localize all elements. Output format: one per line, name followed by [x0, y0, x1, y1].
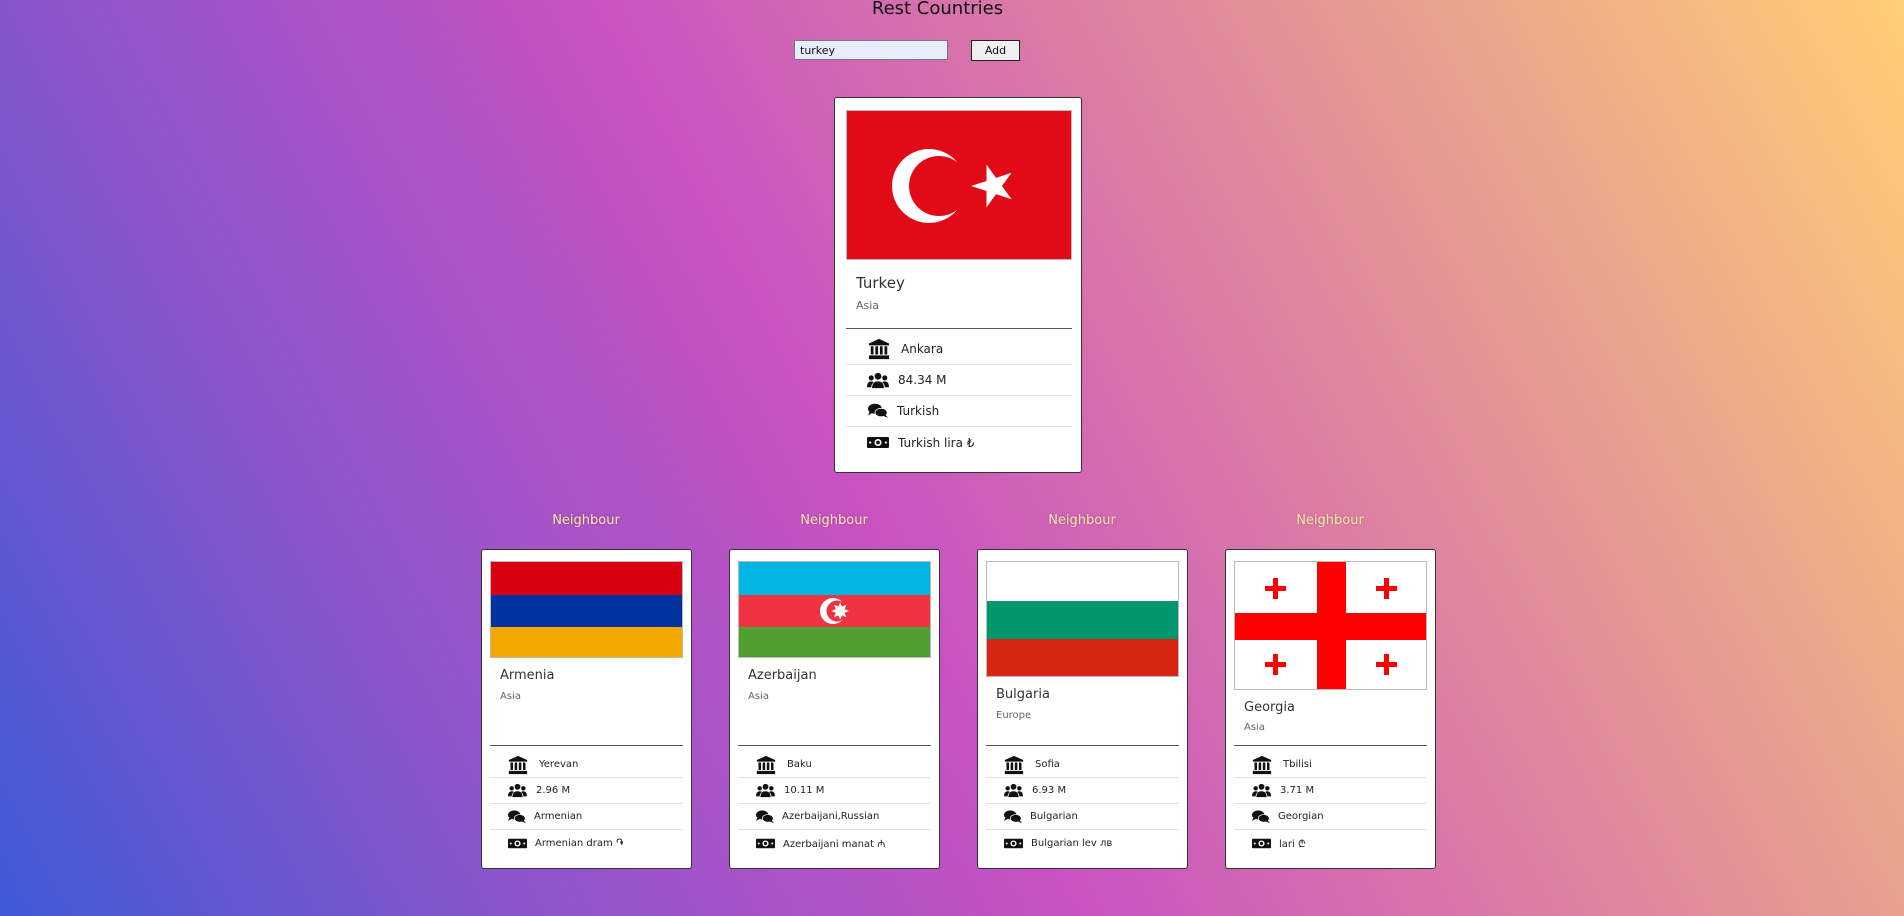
language-row: Georgian	[1234, 804, 1427, 830]
capital-icon	[1251, 755, 1273, 775]
capital-value: Yerevan	[539, 759, 579, 770]
population-row: 2.96 M	[490, 778, 683, 804]
population-value: 10.11 M	[784, 785, 825, 796]
population-icon	[508, 783, 527, 798]
capital-value: Ankara	[901, 342, 944, 356]
neighbour-label: Neighbour	[1048, 513, 1116, 528]
language-icon	[756, 810, 774, 824]
country-region: Asia	[500, 691, 521, 702]
language-value: Armenian	[534, 811, 583, 822]
capital-icon	[867, 338, 891, 360]
population-icon	[756, 783, 775, 798]
currency-icon	[756, 837, 775, 850]
neighbour-label: Neighbour	[552, 513, 620, 528]
population-icon	[867, 372, 889, 389]
language-row: Armenian	[490, 804, 683, 830]
country-region: Asia	[1244, 722, 1265, 733]
currency-value: Armenian dram ֏	[535, 837, 624, 849]
population-icon	[1004, 783, 1023, 798]
add-button[interactable]: Add	[971, 40, 1020, 61]
capital-row: Baku	[738, 752, 931, 778]
neighbour-label: Neighbour	[1296, 513, 1364, 528]
population-value: 3.71 M	[1280, 785, 1315, 796]
country-name: Azerbaijan	[748, 668, 817, 683]
currency-value: Turkish lira ₺	[898, 435, 975, 450]
capital-value: Baku	[787, 759, 812, 770]
capital-row: Ankara	[846, 334, 1072, 365]
language-row: Azerbaijani,Russian	[738, 804, 931, 830]
capital-row: Yerevan	[490, 752, 683, 778]
main-country-card: Turkey Asia Ankara 84.34 M Turkish Turki…	[834, 97, 1082, 473]
currency-icon	[1004, 837, 1023, 850]
divider	[986, 745, 1179, 746]
capital-value: Sofia	[1035, 759, 1060, 770]
currency-row: Armenian dram ֏	[490, 830, 683, 856]
currency-row: Azerbaijani manat ₼	[738, 830, 931, 856]
capital-row: Sofia	[986, 752, 1179, 778]
country-name: Bulgaria	[996, 687, 1050, 702]
neighbour-label: Neighbour	[800, 513, 868, 528]
country-name: Turkey	[856, 274, 905, 292]
language-icon	[1004, 810, 1022, 824]
language-value: Bulgarian	[1030, 811, 1078, 822]
page-title: Rest Countries	[871, 0, 1004, 19]
country-name: Georgia	[1244, 700, 1295, 715]
currency-icon	[1252, 837, 1271, 850]
language-value: Turkish	[897, 404, 940, 418]
language-row: Turkish	[846, 396, 1072, 427]
divider	[846, 328, 1072, 329]
currency-value: Azerbaijani manat ₼	[783, 839, 886, 850]
capital-icon	[507, 755, 529, 775]
currency-icon	[867, 435, 889, 450]
population-value: 6.93 M	[1032, 785, 1067, 796]
language-icon	[868, 403, 888, 419]
capital-icon	[1003, 755, 1025, 775]
population-row: 10.11 M	[738, 778, 931, 804]
neighbour-card-armenia[interactable]: Armenia Asia Yerevan 2.96 M Armenian Arm…	[481, 549, 692, 869]
country-search-input[interactable]	[794, 40, 948, 60]
language-value: Georgian	[1278, 811, 1324, 822]
divider	[1234, 745, 1427, 746]
currency-value: lari ₾	[1279, 839, 1306, 850]
population-value: 2.96 M	[536, 785, 571, 796]
divider	[738, 745, 931, 746]
language-row: Bulgarian	[986, 804, 1179, 830]
neighbour-card-azerbaijan[interactable]: Azerbaijan Asia Baku 10.11 M Azerbaijani…	[729, 549, 940, 869]
capital-value: Tbilisi	[1283, 759, 1312, 770]
armenia-flag	[490, 561, 683, 658]
currency-row: lari ₾	[1234, 830, 1427, 856]
capital-icon	[755, 755, 777, 775]
georgia-flag	[1234, 561, 1427, 690]
divider	[490, 745, 683, 746]
azerbaijan-flag	[738, 561, 931, 658]
currency-icon	[508, 837, 527, 850]
capital-row: Tbilisi	[1234, 752, 1427, 778]
currency-row: Bulgarian lev лв	[986, 830, 1179, 856]
neighbour-card-georgia[interactable]: Georgia Asia Tbilisi 3.71 M Georgian lar…	[1225, 549, 1436, 869]
population-value: 84.34 M	[898, 373, 947, 387]
population-row: 3.71 M	[1234, 778, 1427, 804]
neighbour-card-bulgaria[interactable]: Bulgaria Europe Sofia 6.93 M Bulgarian B…	[977, 549, 1188, 869]
country-region: Europe	[996, 710, 1032, 721]
country-region: Asia	[748, 691, 769, 702]
population-row: 84.34 M	[846, 365, 1072, 396]
turkey-flag	[846, 110, 1072, 260]
language-icon	[508, 810, 526, 824]
country-name: Armenia	[500, 668, 555, 683]
population-row: 6.93 M	[986, 778, 1179, 804]
population-icon	[1252, 783, 1271, 798]
language-value: Azerbaijani,Russian	[782, 811, 880, 822]
bulgaria-flag	[986, 561, 1179, 677]
country-region: Asia	[856, 299, 880, 312]
currency-value: Bulgarian lev лв	[1031, 837, 1113, 849]
language-icon	[1252, 810, 1270, 824]
currency-row: Turkish lira ₺	[846, 427, 1072, 458]
